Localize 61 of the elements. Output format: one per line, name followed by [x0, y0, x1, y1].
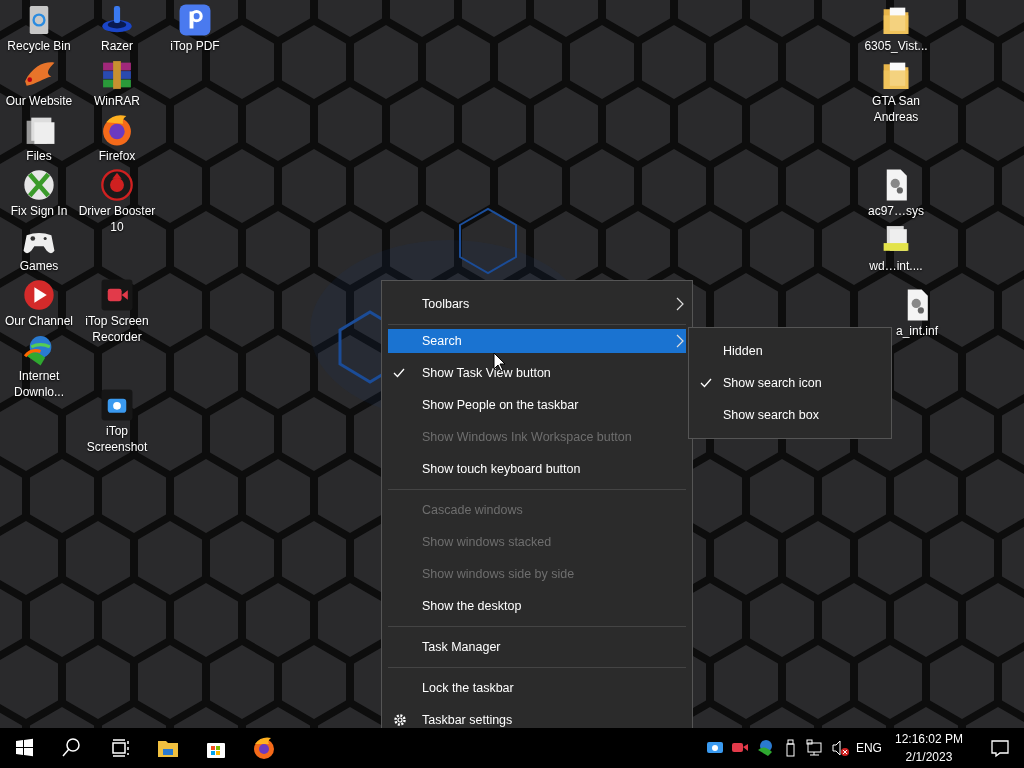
menu-item-label: Taskbar settings	[422, 711, 513, 728]
icon-label[interactable]: a_int.inf	[896, 323, 938, 339]
menu-item-label: Show Task View button	[422, 364, 551, 382]
menu-item-label: Lock the taskbar	[422, 679, 514, 697]
icon-label[interactable]: iTop Screen Recorder	[78, 313, 156, 345]
icon-label[interactable]: ac97…sys	[868, 203, 924, 219]
icon-label[interactable]: wd…int....	[869, 258, 923, 274]
menu-item[interactable]: Task Manager	[388, 631, 686, 663]
menu-item-label: Show Windows Ink Workspace button	[422, 428, 632, 446]
network-icon[interactable]	[805, 738, 824, 758]
icon-label[interactable]: Firefox	[98, 148, 136, 164]
icon-label[interactable]: Games	[19, 258, 59, 274]
menu-item-label: Cascade windows	[422, 501, 523, 519]
icon-label[interactable]: iTop PDF	[170, 38, 220, 54]
menu-item[interactable]: Show People on the taskbar	[388, 389, 686, 421]
menu-item[interactable]: Show the desktop	[388, 590, 686, 622]
menu-item-label: Show windows side by side	[422, 565, 575, 583]
menu-item-label: Show windows stacked	[422, 533, 552, 551]
menu-item[interactable]: Show Task View button	[388, 357, 686, 389]
icon-label[interactable]: 6305_Vist...	[864, 38, 928, 54]
menu-item-label: Show People on the taskbar	[422, 396, 579, 414]
books-icon[interactable]	[100, 58, 134, 92]
chevron-icon	[676, 334, 684, 348]
icon-label[interactable]: Files	[26, 148, 52, 164]
clock-time[interactable]: 12:16:02 PM	[894, 730, 963, 748]
speaker-muted-icon[interactable]	[830, 738, 849, 758]
menu-item-label: Show the desktop	[422, 597, 522, 615]
icon-label[interactable]: Razer	[101, 38, 133, 54]
language-indicator[interactable]: ENG	[855, 739, 882, 757]
menu-item[interactable]: Show search icon	[695, 367, 885, 399]
icon-label[interactable]: Internet Downlo...	[0, 368, 78, 400]
play-icon[interactable]	[22, 278, 56, 312]
icon-label[interactable]: Fix Sign In	[10, 203, 68, 219]
x-ball-icon[interactable]	[22, 168, 56, 202]
settings-icon	[393, 713, 407, 727]
menu-item-label: Search	[422, 332, 462, 350]
menu-item[interactable]: Toolbars	[388, 288, 686, 320]
menu-item-label: Hidden	[723, 342, 763, 360]
menu-item[interactable]: Lock the taskbar	[388, 672, 686, 704]
swirl-globe-icon	[252, 736, 276, 760]
menu-item[interactable]: Hidden	[695, 335, 885, 367]
chevron-icon	[676, 297, 684, 311]
icon-label[interactable]: Driver Booster 10	[78, 203, 156, 235]
icon-label[interactable]: WinRAR	[94, 93, 140, 109]
menu-item[interactable]: Show search box	[695, 399, 885, 431]
icon-label[interactable]: Our Website	[5, 93, 73, 109]
menu-item-label: Show touch keyboard button	[422, 460, 581, 478]
speech-bubble-icon	[990, 738, 1010, 758]
menu-item-label: Show search box	[723, 406, 819, 424]
swirl-globe-icon[interactable]	[100, 113, 134, 147]
menu-item[interactable]: Taskbar settings	[388, 704, 686, 728]
icon-label[interactable]: iTop Screenshot	[78, 423, 156, 455]
menu-item[interactable]: Show touch keyboard button	[388, 453, 686, 485]
icon-label[interactable]: Our Channel	[4, 313, 73, 329]
menu-item-label: Show search icon	[723, 374, 822, 392]
menu-item[interactable]: Search	[388, 329, 686, 353]
menu-item-label: Task Manager	[422, 638, 501, 656]
icon-label[interactable]: Recycle Bin	[7, 38, 71, 54]
icon-label[interactable]: GTA San Andreas	[857, 93, 935, 125]
menu-item-label: Toolbars	[422, 295, 470, 313]
clock-date[interactable]: 2/1/2023	[905, 748, 953, 766]
